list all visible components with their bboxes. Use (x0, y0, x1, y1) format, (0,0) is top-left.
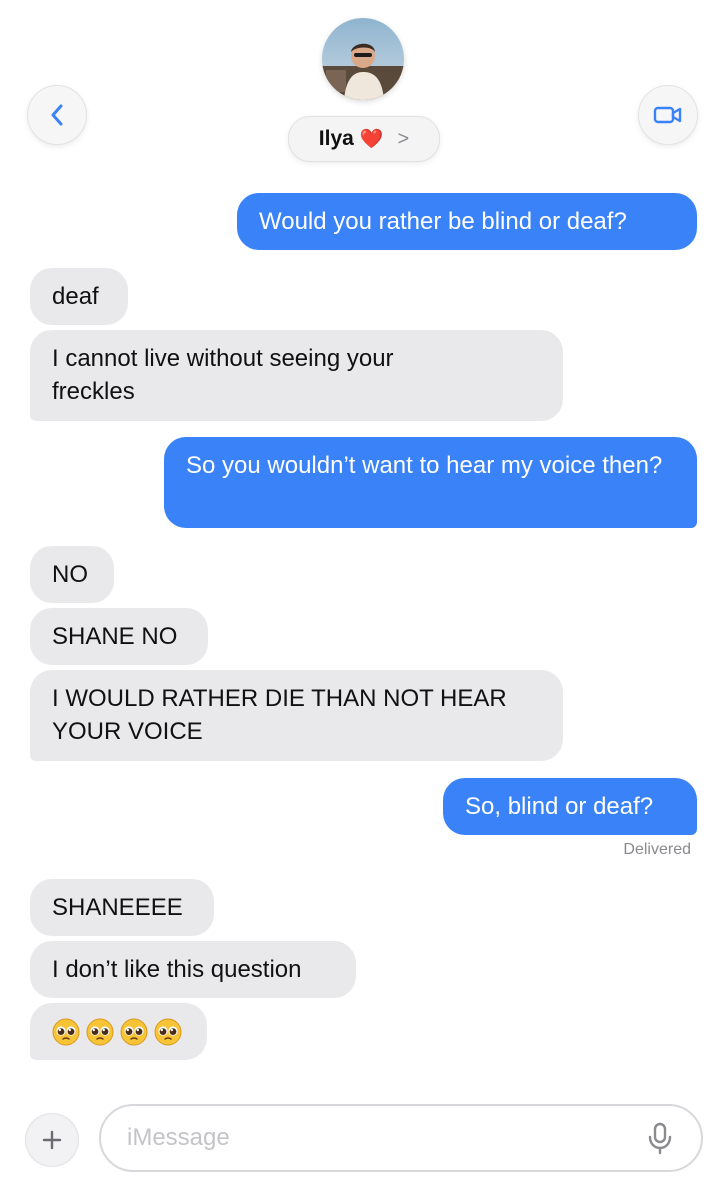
message-bubble-incoming[interactable]: SHANEEEE (30, 879, 214, 936)
add-attachment-button[interactable] (25, 1113, 79, 1167)
message-bubble-incoming[interactable]: I WOULD RATHER DIE THAN NOT HEAR YOUR VO… (30, 670, 563, 761)
message-text: So, blind or deaf? (465, 793, 654, 820)
pleading-face-emoji-row (52, 1015, 185, 1048)
message-bubble-incoming[interactable]: I cannot live without seeing your freckl… (30, 330, 563, 421)
message-text: So you wouldn’t want to hear my voice th… (186, 452, 663, 479)
plus-icon (42, 1130, 62, 1150)
message-text: NO (52, 561, 88, 588)
heart-emoji-icon: ❤️ (359, 129, 384, 150)
message-text: deaf (52, 283, 99, 310)
pleading-face-icon (154, 1018, 182, 1045)
message-text: SHANEEEE (52, 894, 183, 921)
imessage-input[interactable] (101, 1123, 645, 1153)
message-bubble-incoming[interactable]: I don’t like this question (30, 941, 356, 998)
message-text: Would you rather be blind or deaf? (259, 208, 627, 235)
pleading-face-icon (120, 1018, 148, 1045)
contact-avatar[interactable] (322, 18, 404, 100)
message-bubble-outgoing[interactable]: So, blind or deaf? (443, 778, 697, 835)
message-text: I cannot live without seeing your freckl… (52, 345, 394, 405)
chevron-left-icon (51, 104, 63, 126)
message-composer[interactable] (99, 1104, 703, 1172)
message-bubble-outgoing[interactable]: So you wouldn’t want to hear my voice th… (164, 437, 697, 528)
chevron-right-icon: > (397, 127, 410, 150)
contact-name-pill[interactable]: Ilya ❤️ > (288, 116, 440, 162)
back-button[interactable] (27, 85, 87, 145)
message-bubble-incoming[interactable]: NO (30, 546, 114, 603)
video-camera-icon (653, 106, 682, 124)
message-text: I WOULD RATHER DIE THAN NOT HEAR YOUR VO… (52, 685, 507, 745)
contact-name: Ilya (318, 127, 354, 150)
message-bubble-outgoing[interactable]: Would you rather be blind or deaf? (237, 193, 697, 250)
message-bubble-incoming-emoji[interactable] (30, 1003, 207, 1060)
facetime-video-button[interactable] (638, 85, 698, 145)
message-bubble-incoming[interactable]: deaf (30, 268, 128, 325)
pleading-face-icon (86, 1018, 114, 1045)
microphone-icon[interactable] (645, 1120, 675, 1156)
message-bubble-incoming[interactable]: SHANE NO (30, 608, 208, 665)
message-text: SHANE NO (52, 623, 178, 650)
message-text: I don’t like this question (52, 956, 302, 983)
pleading-face-icon (52, 1018, 80, 1045)
delivered-status: Delivered (623, 841, 691, 858)
